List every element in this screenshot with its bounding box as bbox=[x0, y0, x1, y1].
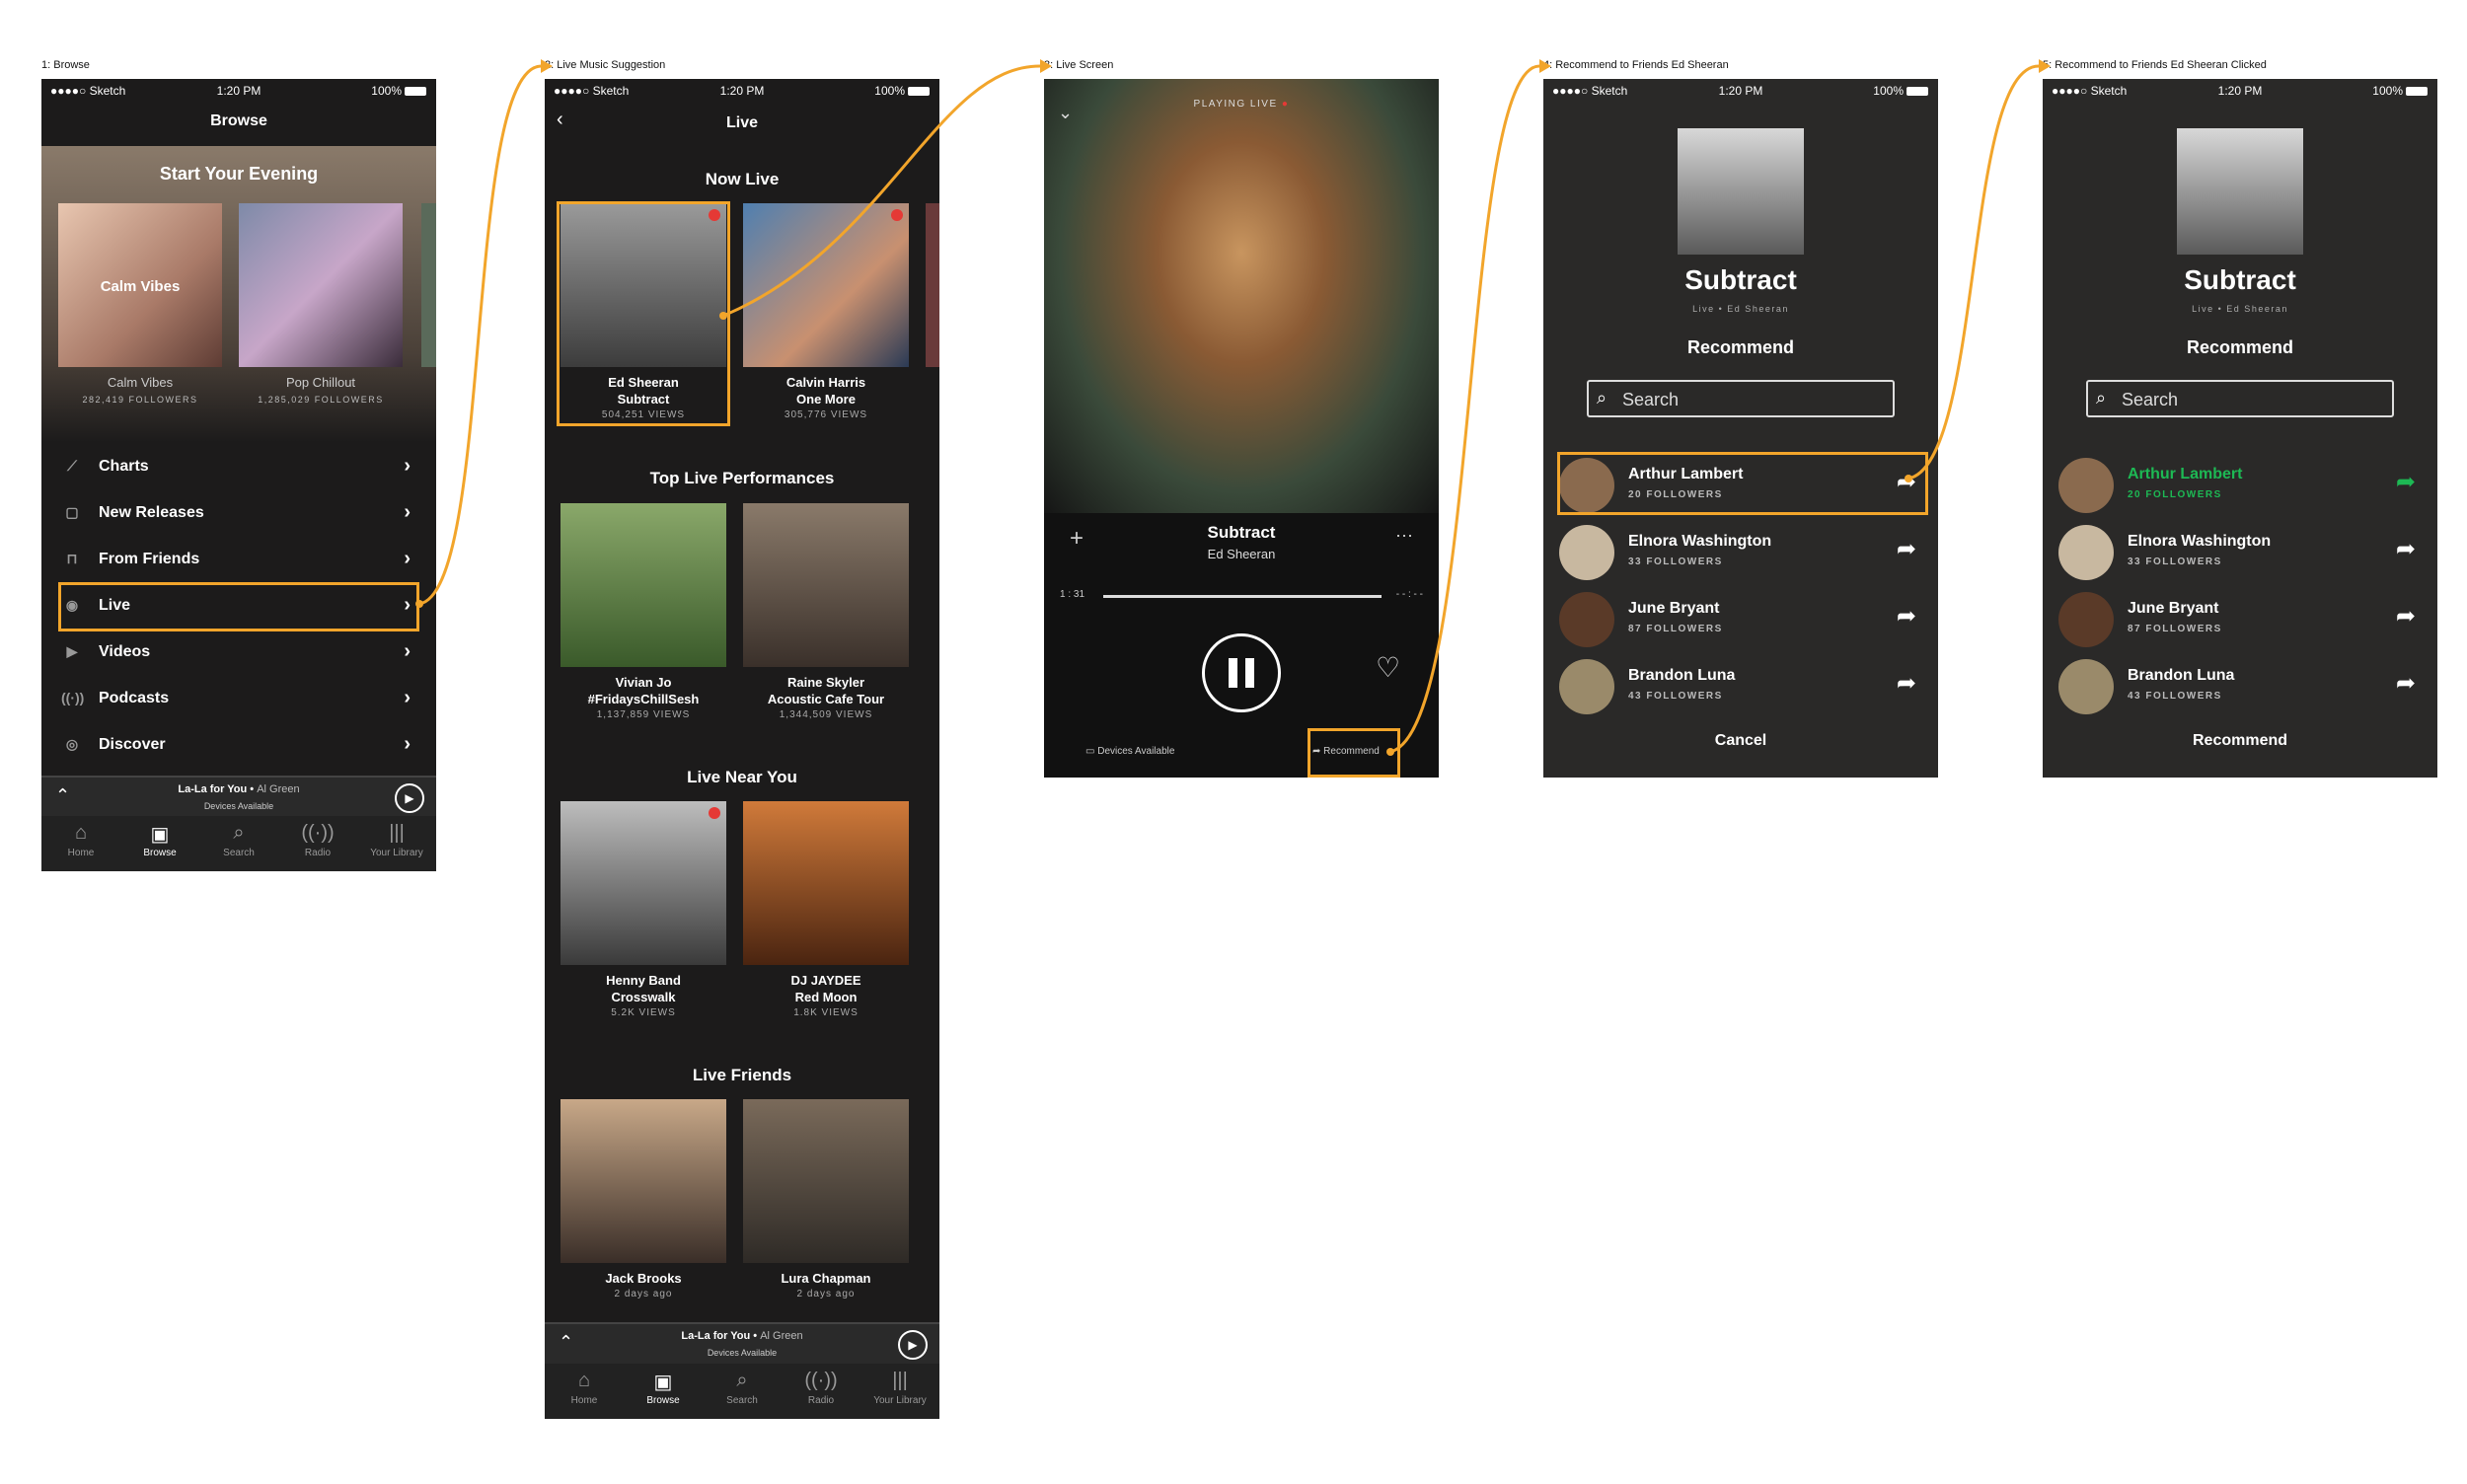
arrowhead-1 bbox=[541, 59, 553, 73]
flow-arrow-4 bbox=[1907, 64, 2040, 481]
flow-arrow-2 bbox=[722, 64, 1041, 318]
flow-arrow-3 bbox=[1389, 64, 1540, 754]
arrowhead-2 bbox=[1040, 59, 1052, 73]
flow-arrow-1 bbox=[418, 64, 542, 606]
flow-arrows bbox=[415, 59, 2051, 756]
arrowhead-4 bbox=[2039, 59, 2051, 73]
arrowhead-3 bbox=[1539, 59, 1551, 73]
